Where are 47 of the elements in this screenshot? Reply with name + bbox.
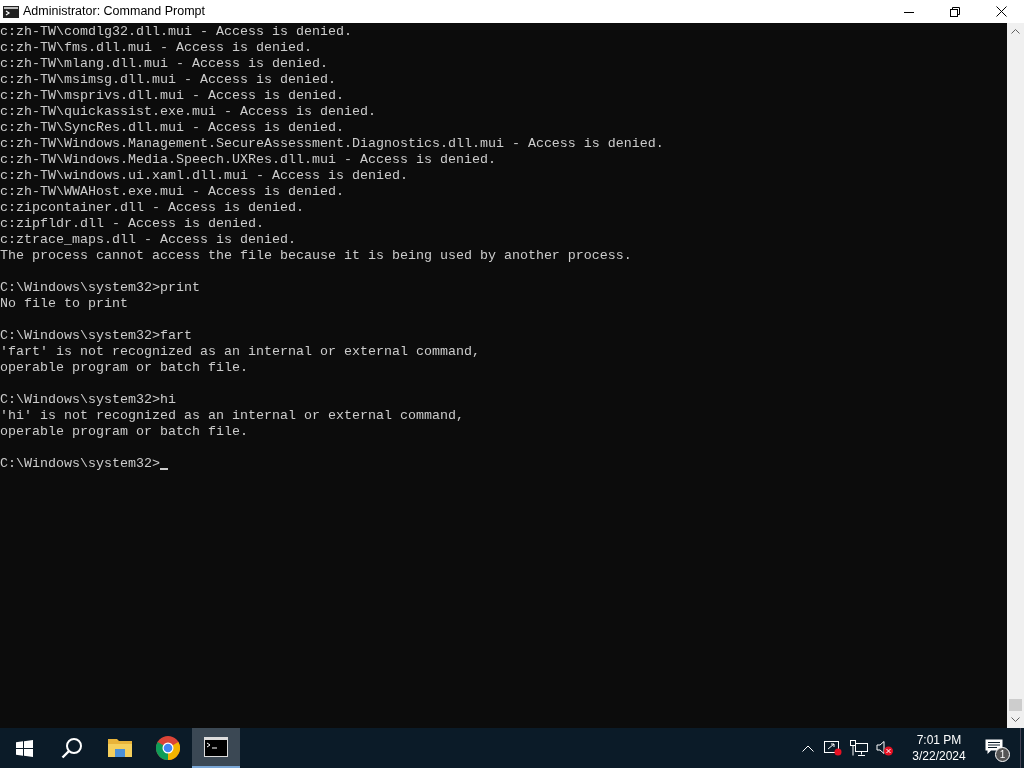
console-line: 'fart' is not recognized as an internal or external command,: [0, 344, 481, 360]
restore-icon: [950, 6, 960, 17]
scroll-thumb[interactable]: [1009, 699, 1022, 711]
console-line: c:zh-TW\WWAHost.exe.mui - Access is denied.: [0, 184, 345, 200]
muted-speaker-icon[interactable]: [876, 740, 894, 756]
console-line: c:zipfldr.dll - Access is denied.: [0, 216, 265, 232]
console-line: C:\Windows\system32>print: [0, 280, 201, 296]
console-line: c:zh-TW\mlang.dll.mui - Access is denied.: [0, 56, 329, 72]
console-line: c:zh-TW\fms.dll.mui - Access is denied.: [0, 40, 313, 56]
console-line: c:zh-TW\comdlg32.dll.mui - Access is denied.: [0, 24, 353, 40]
window-title: Administrator: Command Prompt: [23, 3, 205, 21]
scroll-up-icon: [1011, 29, 1020, 34]
console-line: c:zh-TW\SyncRes.dll.mui - Access is denied.: [0, 120, 345, 136]
notification-count: 1: [995, 747, 1010, 762]
close-icon: [995, 6, 1007, 17]
browser-icon: [156, 736, 180, 760]
search-icon: [61, 737, 83, 759]
scrollbar[interactable]: [1007, 23, 1024, 728]
console-line: c:zh-TW\Windows.Media.Speech.UXRes.dll.mui - Access is denied.: [0, 152, 497, 168]
console-line: c:zh-TW\msimsg.dll.mui - Access is denied.: [0, 72, 337, 88]
folder-icon: [108, 738, 132, 758]
chevron-up-icon[interactable]: [802, 744, 814, 752]
taskbar-button[interactable]: [192, 728, 240, 768]
console-line: c:zh-TW\quickassist.exe.mui - Access is denied.: [0, 104, 377, 120]
console-line: c:zh-TW\Windows.Management.SecureAssessment.Diagnostics.dll.mui - Access is denied.: [0, 136, 665, 152]
scroll-down-icon: [1011, 717, 1020, 722]
console-line: C:\Windows\system32>fart: [0, 328, 193, 344]
tablet-icon[interactable]: [824, 740, 842, 756]
terminal-icon: [204, 737, 228, 757]
clock-date: 3/22/2024: [912, 748, 966, 764]
notification-button[interactable]: 1: [984, 736, 1008, 760]
console-line: c:ztrace_maps.dll - Access is denied.: [0, 232, 297, 248]
network-icon[interactable]: [850, 740, 868, 756]
windows-logo-icon: [15, 739, 33, 757]
console-line: No file to print: [0, 296, 129, 312]
console-line: operable program or batch file.: [0, 424, 249, 440]
terminal-icon: [3, 5, 19, 18]
console-line: 'hi' is not recognized as an internal or external command,: [0, 408, 465, 424]
clock[interactable]: 7:01 PM 3/22/2024: [904, 732, 974, 764]
console-line: operable program or batch file.: [0, 360, 249, 376]
console-line: c:zipcontainer.dll - Access is denied.: [0, 200, 305, 216]
console-line: c:zh-TW\windows.ui.xaml.dll.mui - Access is denied.: [0, 168, 409, 184]
clock-time: 7:01 PM: [916, 732, 962, 748]
command-prompt[interactable]: C:\Windows\system32>: [0, 456, 160, 472]
console-line: The process cannot access the file because it is being used by another process.: [0, 248, 633, 264]
console-line: c:zh-TW\msprivs.dll.mui - Access is denied.: [0, 88, 345, 104]
console-line: C:\Windows\system32>hi: [0, 392, 177, 408]
